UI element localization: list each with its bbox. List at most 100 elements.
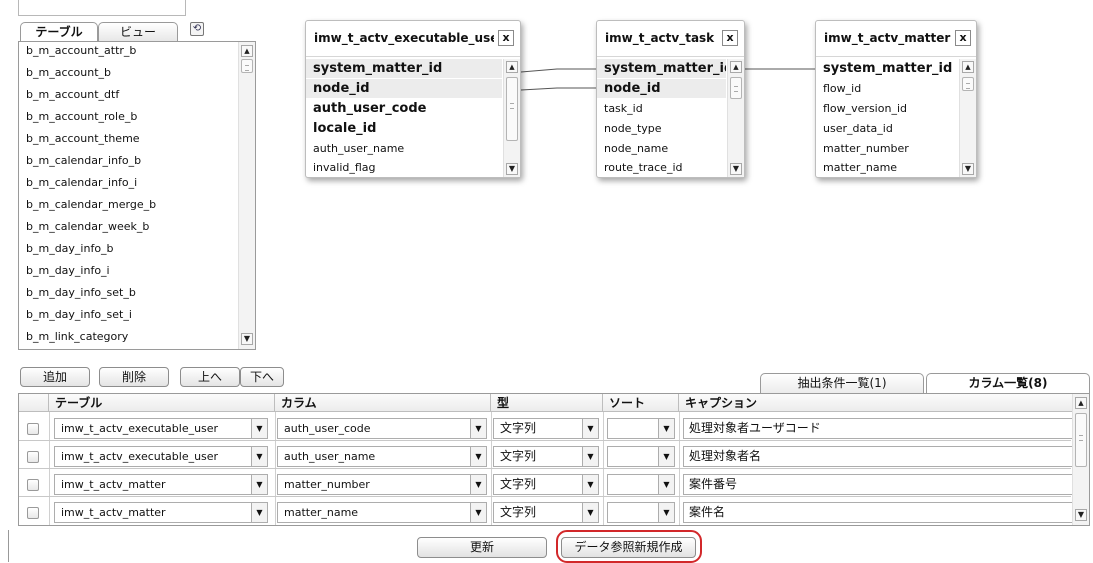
entity-column[interactable]: matter_name (816, 158, 958, 177)
entity-column[interactable]: route_trace_id (597, 158, 726, 177)
sort-select[interactable]: ▼ (607, 502, 675, 523)
entity-column[interactable]: node_id (306, 79, 502, 98)
entity-column[interactable]: auth_user_name (306, 139, 502, 158)
chevron-down-icon[interactable]: ▼ (251, 503, 267, 522)
entity-box-executable-user[interactable]: imw_t_actv_executable_user x system_matt… (305, 20, 521, 178)
list-item[interactable]: b_m_calendar_info_i (26, 173, 137, 193)
column-select[interactable]: auth_user_code ▼ (277, 418, 487, 439)
tab-columns[interactable]: カラム一覧(8) (926, 373, 1090, 393)
row-checkbox[interactable] (27, 423, 39, 435)
table-select[interactable]: imw_t_actv_executable_user ▼ (54, 446, 268, 467)
chevron-down-icon[interactable]: ▼ (470, 475, 486, 494)
chevron-down-icon[interactable]: ▼ (582, 503, 598, 522)
list-item[interactable]: b_m_account_role_b (26, 107, 137, 127)
caption-input[interactable]: 処理対象者名 (683, 446, 1075, 467)
list-item[interactable]: b_m_calendar_merge_b (26, 195, 156, 215)
close-icon[interactable]: x (955, 30, 971, 46)
chevron-down-icon[interactable]: ▼ (582, 419, 598, 438)
list-item[interactable]: b_m_day_info_i (26, 261, 110, 281)
table-list-scrollbar[interactable]: ▲ ▼ (238, 42, 255, 349)
entity-column[interactable]: system_matter_id (597, 59, 726, 78)
sort-select[interactable]: ▼ (607, 446, 675, 467)
sort-select[interactable]: ▼ (607, 418, 675, 439)
entity-header[interactable]: imw_t_actv_executable_user x (306, 21, 520, 57)
entity-column[interactable]: invalid_flag (306, 158, 502, 177)
table-select[interactable]: imw_t_actv_matter ▼ (54, 502, 268, 523)
row-checkbox[interactable] (27, 479, 39, 491)
caption-input[interactable]: 案件番号 (683, 474, 1075, 495)
entity-column[interactable]: node_type (597, 119, 726, 138)
scroll-thumb[interactable] (1075, 413, 1087, 467)
type-select[interactable]: 文字列 ▼ (493, 418, 599, 439)
list-item[interactable]: b_m_calendar_info_b (26, 151, 141, 171)
chevron-down-icon[interactable]: ▼ (251, 419, 267, 438)
move-up-button[interactable]: 上へ (180, 367, 240, 387)
entity-scrollbar[interactable]: ▲ ▼ (959, 59, 976, 177)
list-item[interactable]: b_m_account_theme (26, 129, 140, 149)
entity-header[interactable]: imw_t_actv_matter x (816, 21, 976, 57)
entity-column[interactable]: node_name (597, 139, 726, 158)
grid-header-sort[interactable]: ソート (603, 394, 679, 412)
table-select[interactable]: imw_t_actv_matter ▼ (54, 474, 268, 495)
entity-scrollbar[interactable]: ▲ ▼ (503, 59, 520, 177)
entity-column[interactable]: system_matter_id (816, 59, 958, 78)
chevron-down-icon[interactable]: ▼ (658, 475, 674, 494)
tab-table[interactable]: テーブル (20, 22, 98, 42)
entity-box-task[interactable]: imw_t_actv_task x system_matter_id node_… (596, 20, 745, 178)
grid-header-table[interactable]: テーブル (49, 394, 275, 412)
chevron-down-icon[interactable]: ▼ (658, 503, 674, 522)
chevron-down-icon[interactable]: ▼ (251, 475, 267, 494)
list-item[interactable]: b_m_day_info_b (26, 239, 114, 259)
close-icon[interactable]: x (722, 30, 738, 46)
grid-scrollbar[interactable]: ▲ ▼ (1072, 394, 1089, 525)
type-select[interactable]: 文字列 ▼ (493, 474, 599, 495)
entity-column[interactable]: user_data_id (816, 119, 958, 138)
column-select[interactable]: matter_number ▼ (277, 474, 487, 495)
scroll-up-icon[interactable]: ▲ (1075, 397, 1087, 409)
scroll-thumb[interactable] (241, 59, 253, 73)
chevron-down-icon[interactable]: ▼ (582, 475, 598, 494)
scroll-down-icon[interactable]: ▼ (506, 163, 518, 175)
delete-button[interactable]: 削除 (99, 367, 169, 387)
entity-column[interactable]: auth_user_code (306, 99, 502, 118)
scroll-down-icon[interactable]: ▼ (1075, 509, 1087, 521)
add-button[interactable]: 追加 (20, 367, 90, 387)
table-select[interactable]: imw_t_actv_executable_user ▼ (54, 418, 268, 439)
caption-input[interactable]: 案件名 (683, 502, 1075, 523)
list-item[interactable]: b_m_account_dtf (26, 85, 119, 105)
row-checkbox[interactable] (27, 451, 39, 463)
scroll-up-icon[interactable]: ▲ (506, 61, 518, 73)
list-item[interactable]: b_m_day_info_set_i (26, 305, 132, 325)
refresh-icon[interactable]: ⟲ (190, 22, 204, 36)
caption-input[interactable]: 処理対象者ユーザコード (683, 418, 1075, 439)
list-item[interactable]: b_m_account_b (26, 63, 111, 83)
entity-column[interactable]: matter_number (816, 139, 958, 158)
type-select[interactable]: 文字列 ▼ (493, 446, 599, 467)
scroll-up-icon[interactable]: ▲ (730, 61, 742, 73)
entity-box-matter[interactable]: imw_t_actv_matter x system_matter_id flo… (815, 20, 977, 178)
list-item[interactable]: b_m_day_info_set_b (26, 283, 136, 303)
scroll-thumb[interactable] (506, 77, 518, 141)
tab-conditions[interactable]: 抽出条件一覧(1) (760, 373, 924, 393)
chevron-down-icon[interactable]: ▼ (658, 419, 674, 438)
grid-header-column[interactable]: カラム (275, 394, 491, 412)
tab-view[interactable]: ビュー (98, 22, 178, 42)
column-select[interactable]: auth_user_name ▼ (277, 446, 487, 467)
chevron-down-icon[interactable]: ▼ (251, 447, 267, 466)
chevron-down-icon[interactable]: ▼ (470, 447, 486, 466)
entity-header[interactable]: imw_t_actv_task x (597, 21, 744, 57)
scroll-thumb[interactable] (730, 77, 742, 99)
list-item[interactable]: b_m_link_category (26, 327, 128, 347)
column-select[interactable]: matter_name ▼ (277, 502, 487, 523)
chevron-down-icon[interactable]: ▼ (582, 447, 598, 466)
entity-column[interactable]: flow_id (816, 79, 958, 98)
scroll-down-icon[interactable]: ▼ (241, 333, 253, 345)
scroll-up-icon[interactable]: ▲ (962, 61, 974, 73)
list-item[interactable]: b_m_account_attr_b (26, 42, 136, 61)
sort-select[interactable]: ▼ (607, 474, 675, 495)
type-select[interactable]: 文字列 ▼ (493, 502, 599, 523)
chevron-down-icon[interactable]: ▼ (470, 419, 486, 438)
top-search-field[interactable] (18, 0, 186, 16)
update-button[interactable]: 更新 (417, 537, 547, 558)
scroll-down-icon[interactable]: ▼ (730, 163, 742, 175)
